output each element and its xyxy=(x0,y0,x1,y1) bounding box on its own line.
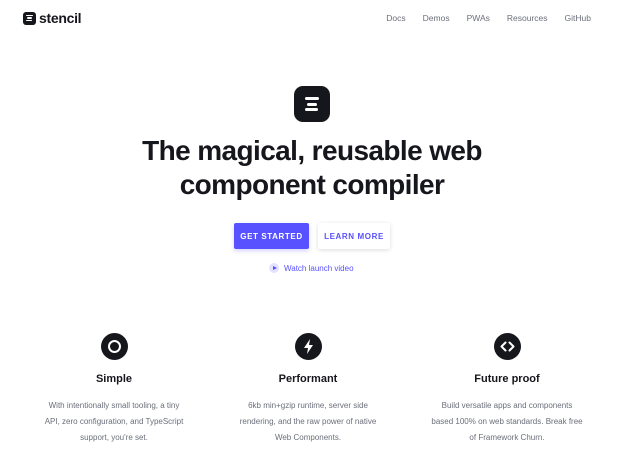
feature-title: Future proof xyxy=(474,373,540,385)
feature-description: With intentionally small tooling, a tiny… xyxy=(44,401,184,442)
nav-link-docs[interactable]: Docs xyxy=(386,13,405,23)
stencil-hero-icon xyxy=(294,86,330,122)
feature-performant: Performant 6kb min+gzip runtime, server … xyxy=(218,333,398,446)
stencil-logo-icon xyxy=(23,11,36,25)
nav-link-demos[interactable]: Demos xyxy=(423,13,450,23)
top-nav: Docs Demos PWAs Resources GitHub xyxy=(386,13,591,23)
watch-video-label: Watch launch video xyxy=(284,263,354,273)
nav-link-pwas[interactable]: PWAs xyxy=(467,13,490,23)
feature-title: Performant xyxy=(278,373,338,385)
stencil-logo[interactable]: stencil xyxy=(23,10,82,26)
hero-headline: The magical, reusable web component comp… xyxy=(60,134,564,202)
feature-title: Simple xyxy=(95,373,133,385)
feature-future-proof: Future proof Build versatile apps and co… xyxy=(417,333,597,446)
get-started-button[interactable]: GET STARTED xyxy=(234,223,309,249)
site-header: stencil Docs Demos PWAs Resources GitHub xyxy=(0,0,624,36)
nav-link-github[interactable]: GitHub xyxy=(565,13,591,23)
logo-text: stencil xyxy=(39,10,82,26)
lightning-bolt-icon xyxy=(294,333,322,360)
feature-description: Build versatile apps and components base… xyxy=(431,401,583,442)
feature-description: 6kb min+gzip runtime, server side render… xyxy=(239,401,377,442)
feature-simple: Simple With intentionally small tooling,… xyxy=(24,333,204,446)
headline-line-1: The magical, reusable web xyxy=(142,135,482,166)
headline-line-2: component compiler xyxy=(179,169,445,200)
circle-ring-icon xyxy=(100,333,128,360)
code-brackets-icon xyxy=(493,333,521,360)
nav-link-resources[interactable]: Resources xyxy=(507,13,548,23)
learn-more-button[interactable]: LEARN MORE xyxy=(318,223,390,249)
watch-video-link[interactable]: Watch launch video xyxy=(269,263,354,273)
play-icon xyxy=(269,263,279,273)
